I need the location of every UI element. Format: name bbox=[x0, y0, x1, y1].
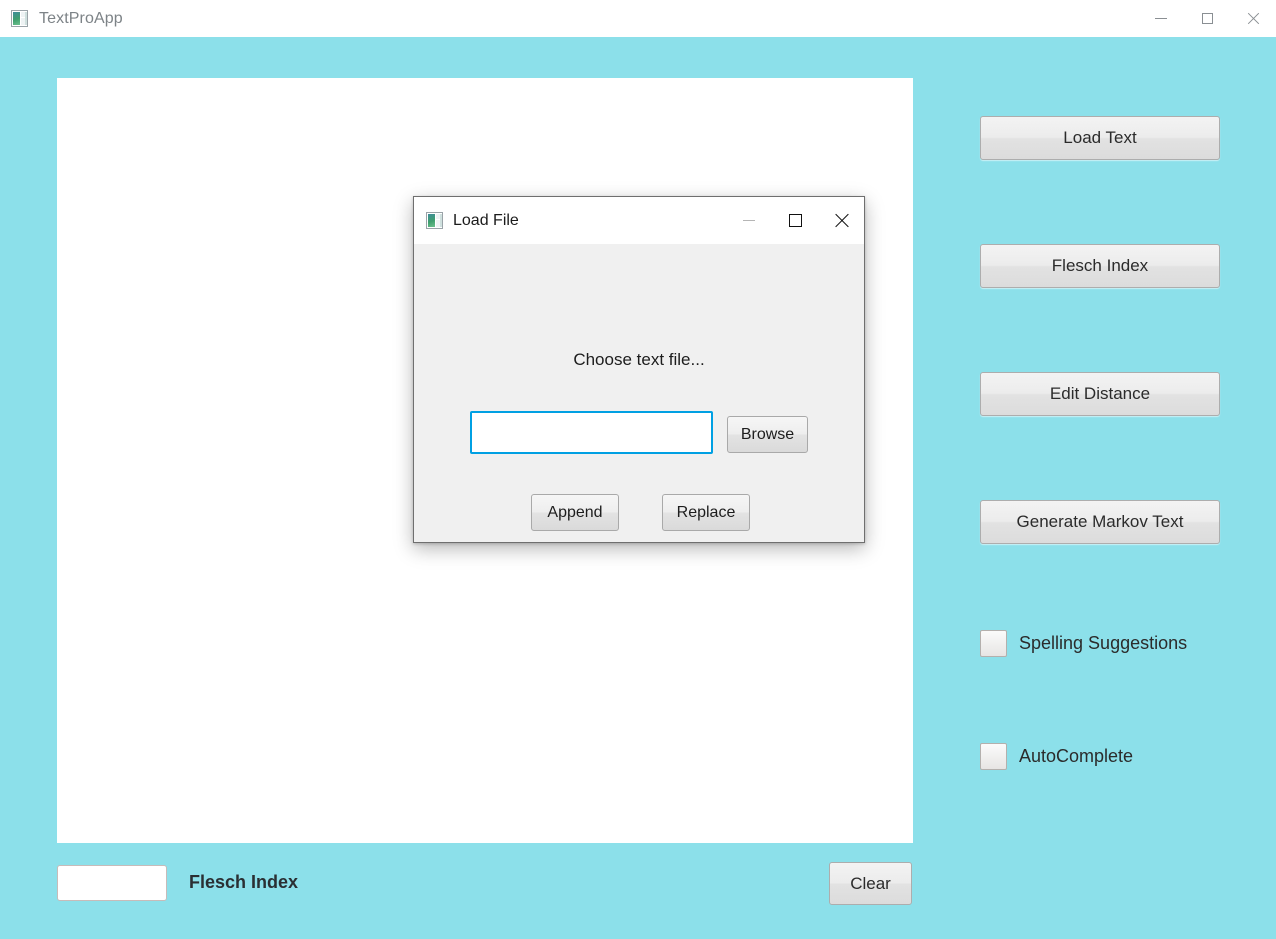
close-icon bbox=[834, 213, 849, 228]
file-path-input[interactable] bbox=[470, 411, 713, 454]
dialog-body: Choose text file... Browse Append Replac… bbox=[414, 244, 864, 543]
close-button[interactable] bbox=[1230, 0, 1276, 37]
flesch-index-button[interactable]: Flesch Index bbox=[980, 244, 1220, 288]
autocomplete-label: AutoComplete bbox=[1019, 746, 1134, 766]
dialog-titlebar: Load File bbox=[414, 197, 864, 244]
replace-button[interactable]: Replace bbox=[662, 494, 750, 531]
dialog-prompt-label: Choose text file... bbox=[573, 350, 705, 369]
window-controls bbox=[1138, 0, 1276, 37]
edit-distance-button[interactable]: Edit Distance bbox=[980, 372, 1220, 416]
app-window-icon bbox=[11, 10, 28, 27]
app-title: TextProApp bbox=[39, 9, 123, 27]
dialog-minimize-button[interactable] bbox=[726, 197, 772, 244]
close-icon bbox=[1246, 12, 1260, 26]
spelling-suggestions-label: Spelling Suggestions bbox=[1019, 633, 1188, 653]
maximize-icon bbox=[788, 214, 802, 227]
autocomplete-checkbox[interactable] bbox=[980, 743, 1007, 770]
dialog-title-group: Load File bbox=[414, 212, 726, 230]
window-titlebar: TextProApp bbox=[0, 0, 1276, 37]
flesch-index-output-field[interactable] bbox=[57, 865, 167, 901]
autocomplete-checkbox-row[interactable]: AutoComplete bbox=[980, 743, 1133, 770]
spelling-suggestions-checkbox[interactable] bbox=[980, 630, 1007, 657]
maximize-button[interactable] bbox=[1184, 0, 1230, 37]
maximize-icon bbox=[1201, 13, 1213, 24]
load-file-dialog: Load File Choose text file... Browse App… bbox=[413, 196, 865, 543]
minimize-icon bbox=[743, 220, 755, 221]
generate-markov-text-button[interactable]: Generate Markov Text bbox=[980, 500, 1220, 544]
minimize-icon bbox=[1155, 18, 1167, 19]
dialog-window-controls bbox=[726, 197, 864, 244]
dialog-title: Load File bbox=[453, 211, 519, 229]
window-title-group: TextProApp bbox=[0, 0, 1138, 37]
clear-button[interactable]: Clear bbox=[829, 862, 912, 905]
minimize-button[interactable] bbox=[1138, 0, 1184, 37]
dialog-maximize-button[interactable] bbox=[772, 197, 818, 244]
flesch-index-label: Flesch Index bbox=[189, 872, 299, 892]
app-window-icon bbox=[426, 212, 443, 229]
dialog-close-button[interactable] bbox=[818, 197, 864, 244]
browse-button[interactable]: Browse bbox=[727, 416, 808, 453]
load-text-button[interactable]: Load Text bbox=[980, 116, 1220, 160]
spelling-suggestions-checkbox-row[interactable]: Spelling Suggestions bbox=[980, 630, 1187, 657]
append-button[interactable]: Append bbox=[531, 494, 619, 531]
